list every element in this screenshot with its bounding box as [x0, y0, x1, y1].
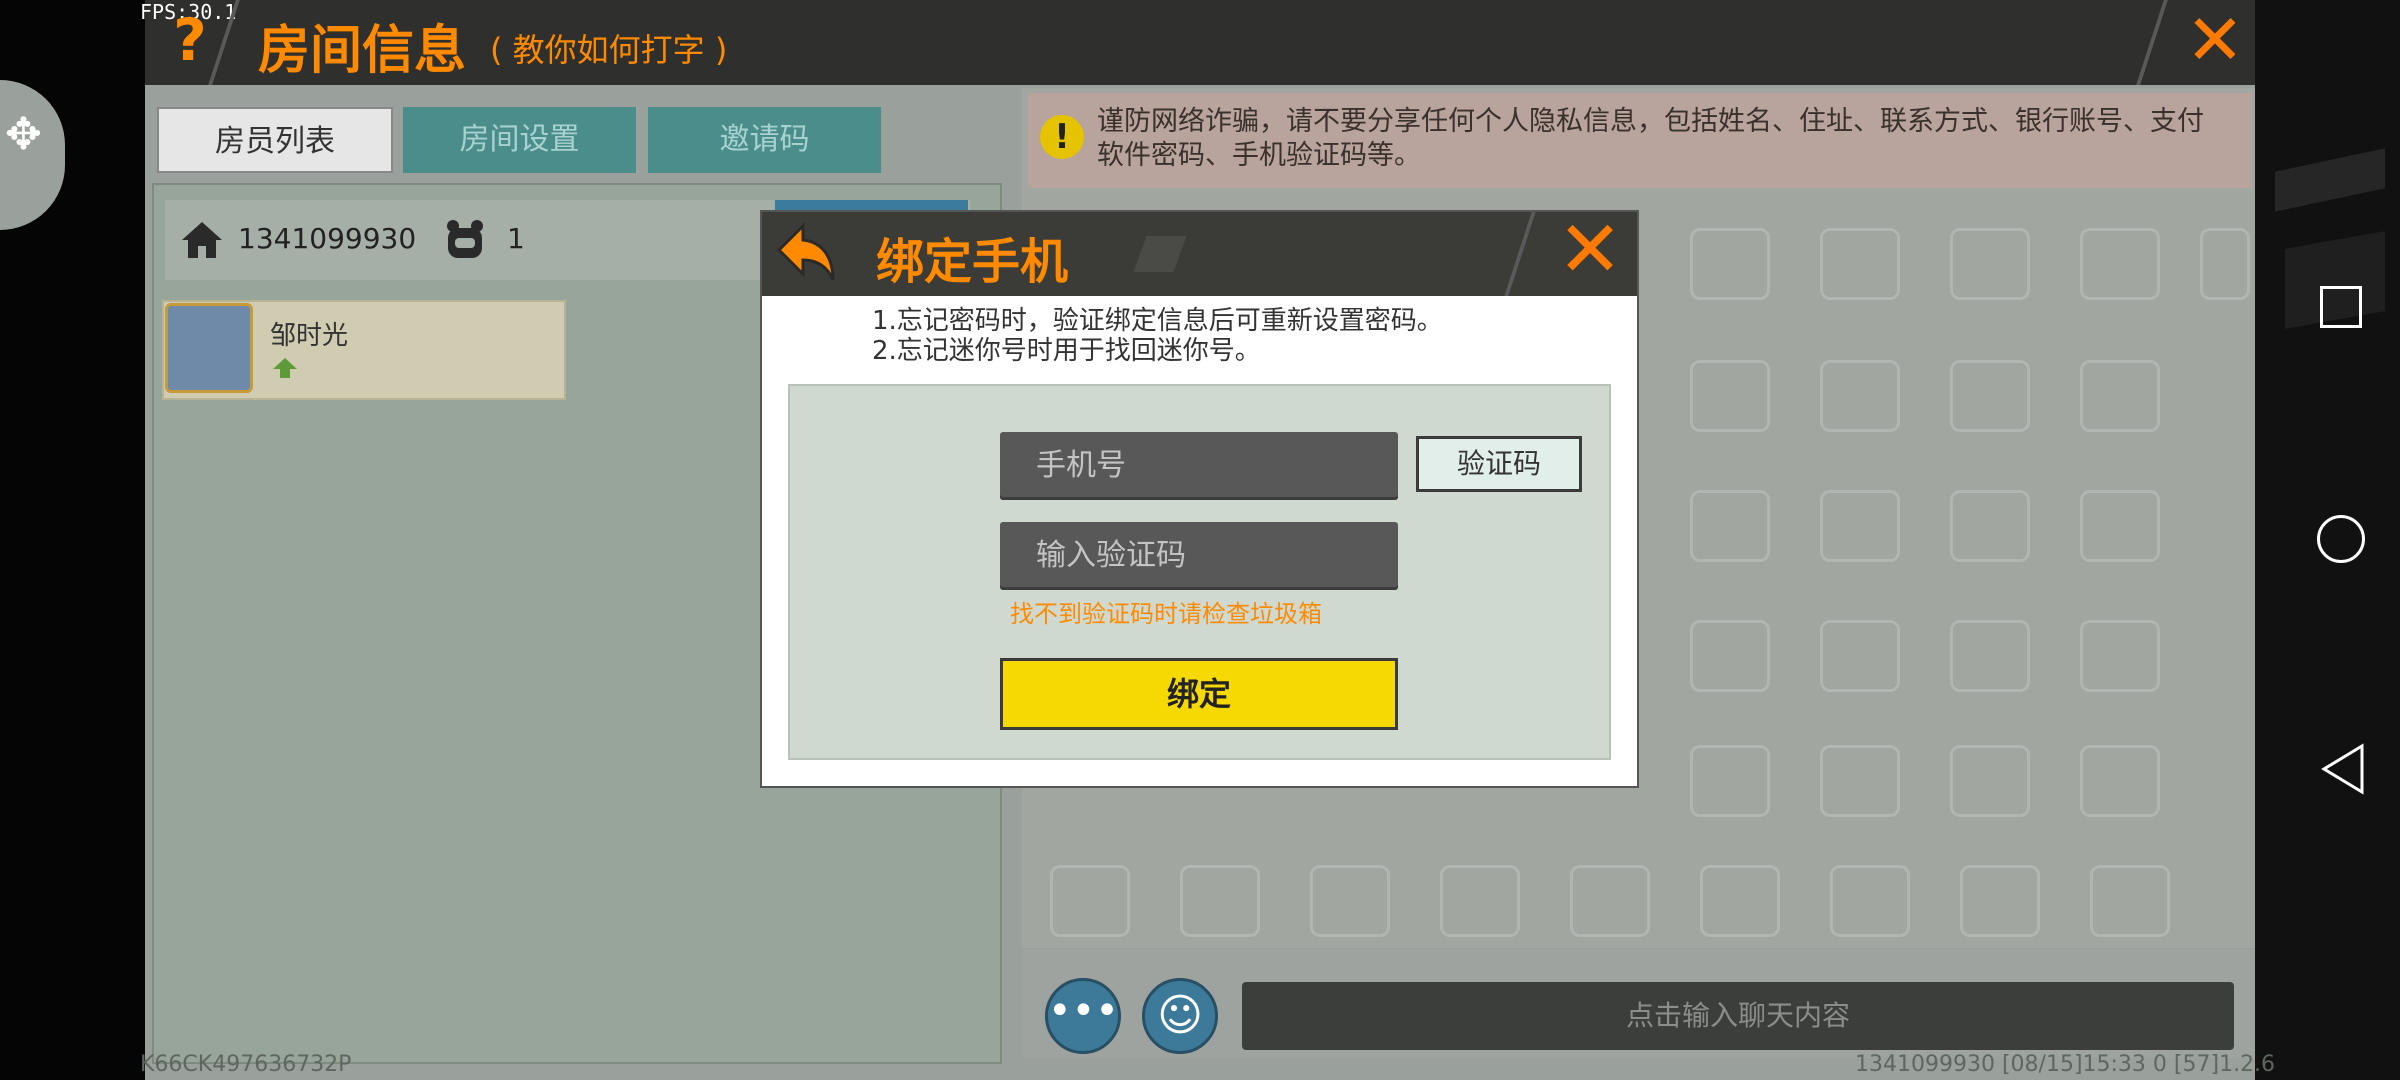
background-pattern-icon	[1950, 490, 2030, 562]
background-pattern-icon	[1690, 745, 1770, 817]
player-count: 1	[507, 222, 525, 255]
page-title: 房间信息	[258, 21, 467, 81]
background-pattern-icon	[1690, 490, 1770, 562]
ellipsis-icon[interactable]: •••	[1045, 978, 1121, 1054]
home-icon	[182, 222, 222, 258]
background-pattern-icon	[1820, 490, 1900, 562]
question-mark-icon[interactable]: ?	[160, 0, 220, 80]
background-pattern-icon	[1690, 360, 1770, 432]
tab-member-list[interactable]: 房员列表	[157, 107, 393, 173]
warning-text: 谨防网络诈骗，请不要分享任何个人隐私信息，包括姓名、住址、联系方式、银行账号、支…	[1097, 106, 2204, 171]
background-pattern-icon	[1820, 620, 1900, 692]
session-info: 1341099930 [08/15]15:33 0 [57]1.2.6	[1855, 1052, 2276, 1077]
background-pattern-icon	[2080, 228, 2160, 300]
instruction-line: 1.忘记密码时，验证绑定信息后可重新设置密码。	[872, 306, 1443, 336]
bind-button[interactable]: 绑定	[1000, 658, 1398, 730]
background-pattern-icon	[1950, 620, 2030, 692]
background-pattern-icon	[1180, 865, 1260, 937]
puzzle-icon[interactable]: ✥	[5, 110, 55, 160]
background-pattern-icon	[2080, 745, 2160, 817]
background-pattern-icon	[2090, 865, 2170, 937]
back-triangle-icon[interactable]	[2318, 742, 2368, 796]
close-icon[interactable]: ✕	[1555, 210, 1625, 290]
background-pattern-icon	[1950, 360, 2030, 432]
background-pattern-icon	[1690, 620, 1770, 692]
background-pattern-icon	[2080, 360, 2160, 432]
background-pattern-icon	[2200, 228, 2250, 300]
dialog-instructions: 1.忘记密码时，验证绑定信息后可重新设置密码。 2.忘记迷你号时用于找回迷你号。	[872, 306, 1443, 366]
tab-invite-code[interactable]: 邀请码	[648, 107, 881, 173]
member-name: 邹时光	[270, 321, 349, 351]
background-pattern-icon	[1950, 745, 2030, 817]
background-pattern-icon	[1570, 865, 1650, 937]
background-pattern-icon	[1950, 228, 2030, 300]
background-pattern-icon	[1310, 865, 1390, 937]
verification-code-field[interactable]: 输入验证码	[1000, 522, 1398, 590]
avatar[interactable]	[165, 303, 253, 393]
device-id: K66CK497636732P	[140, 1052, 352, 1077]
tab-room-settings[interactable]: 房间设置	[403, 107, 636, 173]
background-pattern-icon	[1820, 228, 1900, 300]
arrow-up-icon	[273, 358, 297, 378]
instruction-line: 2.忘记迷你号时用于找回迷你号。	[872, 336, 1261, 366]
background-pattern-icon	[2080, 490, 2160, 562]
spam-folder-hint: 找不到验证码时请检查垃圾箱	[1010, 600, 1322, 628]
warning-icon: !	[1040, 115, 1084, 159]
background-pattern-icon	[1440, 865, 1520, 937]
background-pattern-icon	[1700, 865, 1780, 937]
recent-apps-icon[interactable]	[2320, 286, 2362, 328]
background-pattern-icon	[1820, 360, 1900, 432]
background-pattern-icon	[1960, 865, 2040, 937]
close-icon[interactable]: ✕	[2180, 5, 2250, 75]
smiley-icon[interactable]: ☺	[1142, 978, 1218, 1054]
background-pattern-icon	[1830, 865, 1910, 937]
chat-input[interactable]: 点击输入聊天内容	[1242, 982, 2234, 1050]
mascot-icon	[447, 220, 483, 258]
back-arrow-icon[interactable]	[773, 220, 843, 286]
background-pattern-icon	[1690, 228, 1770, 300]
phone-number-field[interactable]: 手机号	[1000, 432, 1398, 500]
page-subtitle[interactable]: ( 教你如何打字 )	[490, 25, 727, 71]
get-code-button[interactable]: 验证码	[1416, 436, 1582, 492]
home-button-icon[interactable]	[2317, 515, 2365, 563]
background-pattern-icon	[2080, 620, 2160, 692]
room-id: 1341099930	[238, 222, 417, 255]
background-pattern-icon	[1050, 865, 1130, 937]
dialog-title: 绑定手机	[876, 234, 1069, 290]
background-pattern-icon	[1820, 745, 1900, 817]
